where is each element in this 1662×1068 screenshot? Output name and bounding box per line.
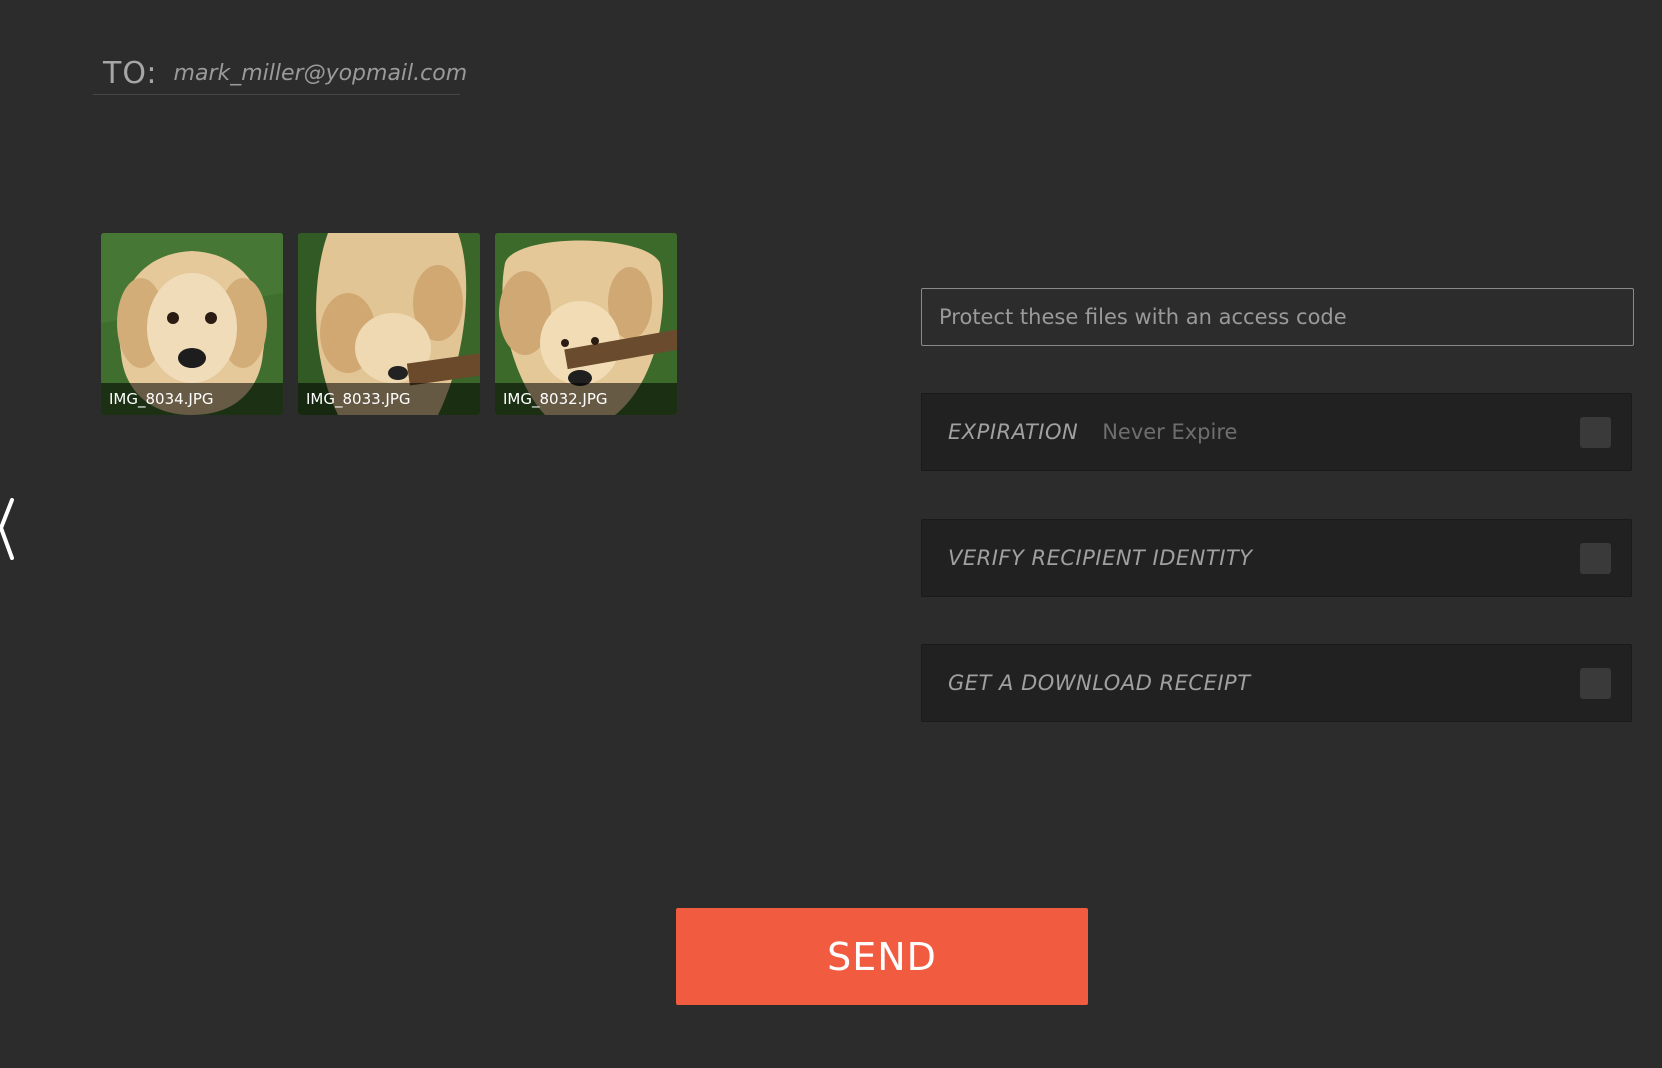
expiration-value: Never Expire (1102, 420, 1238, 444)
expiration-option[interactable]: EXPIRATION Never Expire (921, 393, 1632, 471)
attachment-filename: IMG_8033.JPG (298, 383, 480, 415)
access-code-input[interactable] (921, 288, 1634, 346)
recipient-label: TO: (103, 55, 158, 91)
recipient-field[interactable]: TO: mark_miller@yopmail.com (93, 52, 467, 95)
attachment-filename: IMG_8034.JPG (101, 383, 283, 415)
verify-identity-checkbox-icon[interactable] (1580, 543, 1611, 574)
verify-identity-label: VERIFY RECIPIENT IDENTITY (948, 546, 1253, 570)
attachment-list: IMG_8034.JPG IMG_8033.JPG IMG_8032.JPG (101, 233, 677, 415)
download-receipt-checkbox-icon[interactable] (1580, 668, 1611, 699)
attachment-thumbnail[interactable]: IMG_8034.JPG (101, 233, 283, 415)
expiration-label: EXPIRATION (948, 420, 1079, 444)
attachment-filename: IMG_8032.JPG (495, 383, 677, 415)
attachment-thumbnail[interactable]: IMG_8032.JPG (495, 233, 677, 415)
verify-identity-option[interactable]: VERIFY RECIPIENT IDENTITY (921, 519, 1632, 597)
download-receipt-label: GET A DOWNLOAD RECEIPT (948, 671, 1251, 695)
download-receipt-option[interactable]: GET A DOWNLOAD RECEIPT (921, 644, 1632, 722)
share-files-screen: TO: mark_miller@yopmail.com IMG_8034.JPG (0, 0, 1662, 1068)
attachment-thumbnail[interactable]: IMG_8033.JPG (298, 233, 480, 415)
chevron-left-icon[interactable] (0, 496, 16, 566)
send-button[interactable]: SEND (676, 908, 1088, 1005)
recipient-email[interactable]: mark_miller@yopmail.com (174, 61, 468, 86)
expiration-checkbox-icon[interactable] (1580, 417, 1611, 448)
